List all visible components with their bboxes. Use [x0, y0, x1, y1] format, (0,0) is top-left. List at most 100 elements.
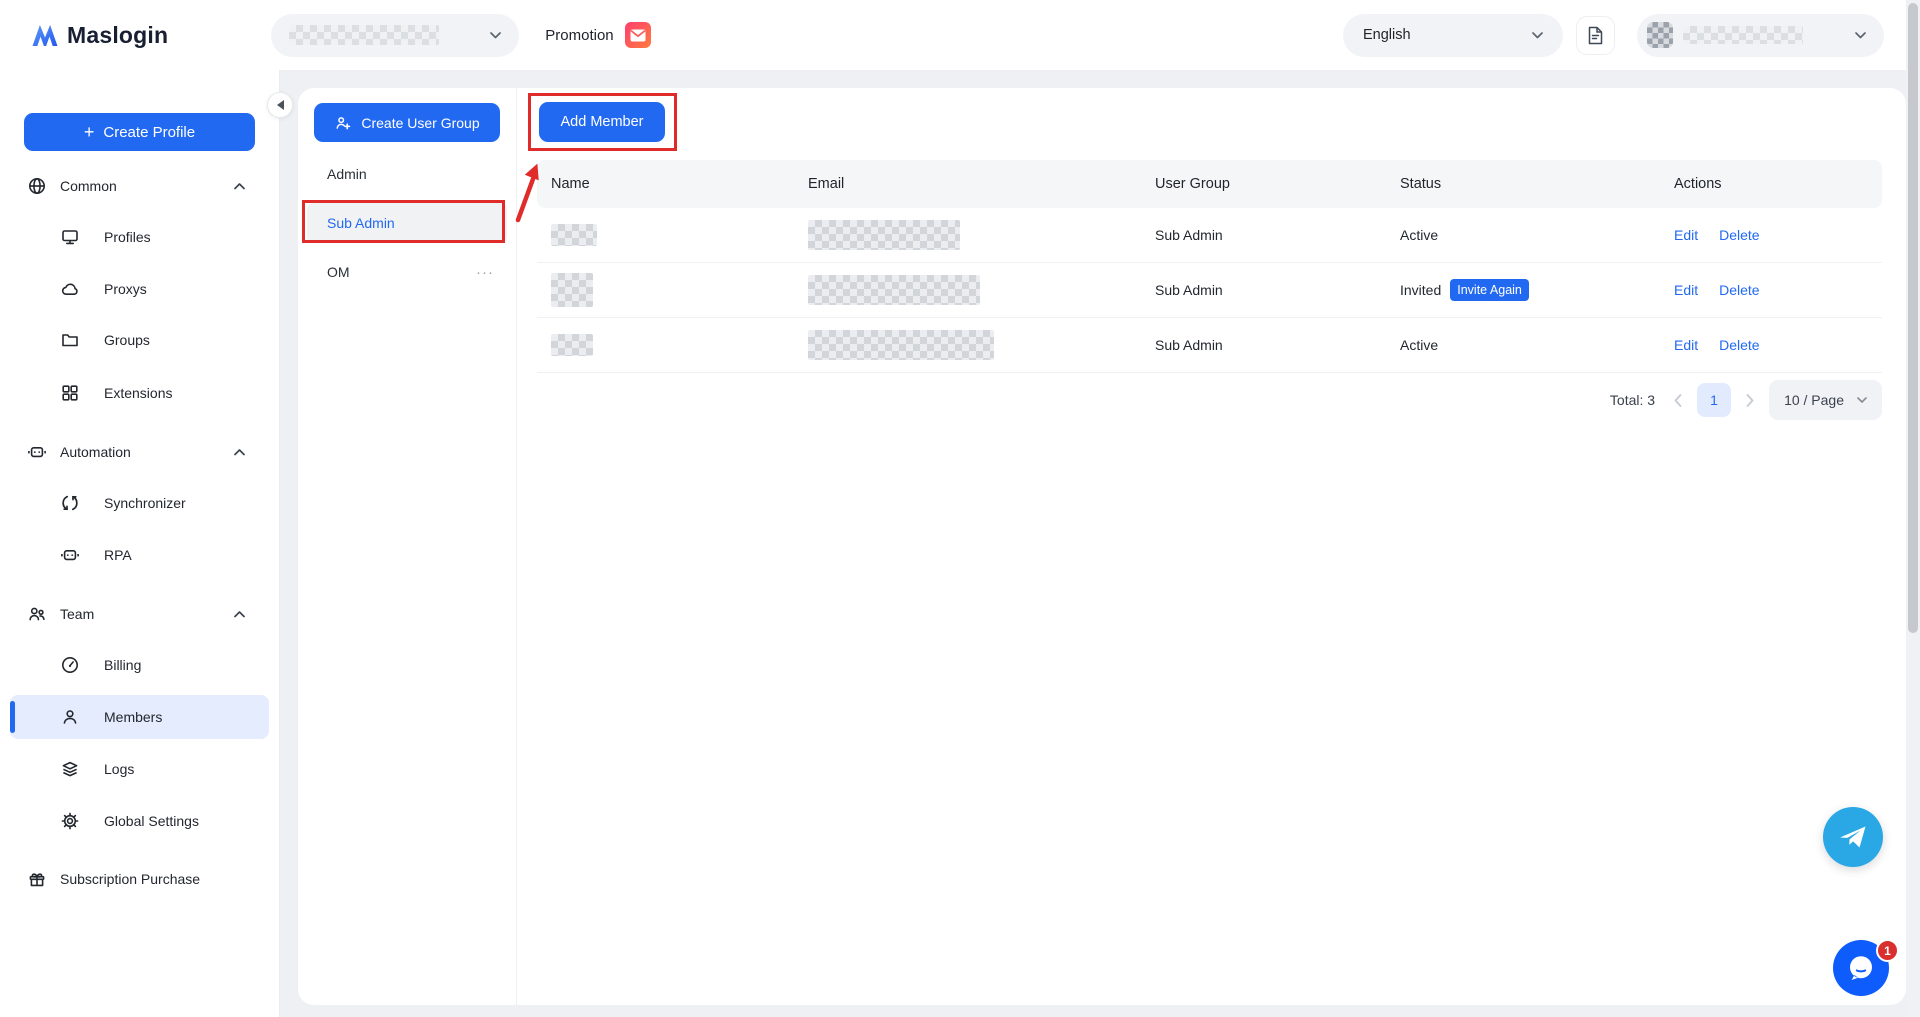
edit-link[interactable]: Edit	[1674, 227, 1698, 243]
telegram-button[interactable]	[1823, 807, 1883, 867]
create-profile-button[interactable]: + Create Profile	[24, 113, 255, 151]
plus-icon: +	[84, 123, 95, 141]
promotion-mail-icon	[625, 22, 651, 48]
pagination: Total: 3 1 10 / Page	[1610, 380, 1882, 420]
edit-link[interactable]: Edit	[1674, 282, 1698, 298]
sidebar-item-billing[interactable]: Billing	[10, 643, 269, 687]
maslogin-logo-icon	[30, 22, 60, 48]
sidebar-item-members[interactable]: Members	[10, 695, 269, 739]
robot-icon	[60, 545, 80, 565]
more-options-icon[interactable]: ···	[476, 264, 494, 281]
prev-page-button[interactable]	[1674, 394, 1682, 407]
create-profile-label: Create Profile	[103, 124, 195, 141]
user-group-value: Sub Admin	[1155, 227, 1400, 243]
blurred-name	[551, 224, 597, 246]
user-group-value: Sub Admin	[1155, 282, 1400, 298]
content-card: Create User Group Admin Sub Admin OM ···…	[298, 88, 1906, 1005]
notification-badge: 1	[1876, 939, 1899, 962]
sync-icon	[60, 493, 80, 513]
blurred-email	[808, 220, 960, 250]
chat-bubble-icon	[1846, 953, 1876, 983]
gauge-icon	[60, 655, 80, 675]
delete-link[interactable]: Delete	[1719, 337, 1759, 353]
promotion-label: Promotion	[545, 27, 613, 44]
sidebar-item-extensions[interactable]: Extensions	[10, 371, 269, 415]
delete-link[interactable]: Delete	[1719, 227, 1759, 243]
group-item-om[interactable]: OM ···	[307, 252, 507, 292]
scrollbar-thumb[interactable]	[1908, 3, 1918, 633]
sidebar-section-automation[interactable]: Automation	[10, 430, 269, 474]
triangle-left-icon	[277, 100, 284, 110]
blurred-name	[551, 334, 593, 356]
blurred-email	[808, 330, 994, 360]
chevron-down-icon	[1855, 32, 1866, 39]
top-header: Maslogin Promotion English	[0, 0, 1920, 70]
create-user-group-button[interactable]: Create User Group	[314, 103, 500, 142]
blurred-email	[808, 275, 980, 305]
folder-icon	[60, 330, 80, 350]
sidebar-item-rpa[interactable]: RPA	[10, 533, 269, 577]
sidebar-collapse-button[interactable]	[267, 92, 293, 118]
promotion[interactable]: Promotion	[545, 22, 650, 48]
grid-icon	[60, 383, 80, 403]
sidebar-item-profiles[interactable]: Profiles	[10, 215, 269, 259]
user-group-list: Admin Sub Admin OM ···	[298, 154, 516, 292]
cloud-icon	[60, 279, 80, 299]
page-size-label: 10 / Page	[1784, 392, 1844, 408]
members-content: Add Member Name Email User Group Status …	[517, 88, 1906, 1005]
add-member-button[interactable]: Add Member	[539, 102, 665, 142]
brand-logo: Maslogin	[30, 22, 168, 49]
status-value: Active	[1400, 337, 1674, 353]
add-member-label: Add Member	[560, 114, 643, 130]
robot-icon	[27, 442, 47, 462]
page-size-dropdown[interactable]: 10 / Page	[1769, 380, 1882, 420]
col-actions: Actions	[1674, 176, 1882, 192]
gear-icon	[60, 811, 80, 831]
invite-again-button[interactable]: Invite Again	[1450, 279, 1529, 301]
user-group-panel: Create User Group Admin Sub Admin OM ···	[298, 88, 517, 1005]
delete-link[interactable]: Delete	[1719, 282, 1759, 298]
sidebar-item-logs[interactable]: Logs	[10, 747, 269, 791]
brand-name: Maslogin	[67, 22, 168, 49]
sidebar-item-subscription-purchase[interactable]: Subscription Purchase	[10, 857, 269, 901]
chevron-down-icon	[490, 32, 501, 39]
layers-icon	[60, 759, 80, 779]
globe-icon	[27, 176, 47, 196]
table-row: Sub Admin Active Edit Delete	[537, 208, 1882, 263]
sidebar-section-common[interactable]: Common	[10, 164, 269, 208]
account-dropdown[interactable]	[1637, 14, 1884, 57]
chevron-up-icon	[234, 183, 245, 190]
sidebar-nav: Common Profiles Proxys Groups Extensi	[0, 151, 279, 901]
create-user-group-label: Create User Group	[361, 115, 479, 131]
pagination-total: Total: 3	[1610, 392, 1655, 408]
col-name: Name	[551, 176, 808, 192]
sidebar-item-global-settings[interactable]: Global Settings	[10, 799, 269, 843]
blurred-name	[551, 273, 593, 307]
group-item-sub-admin[interactable]: Sub Admin	[307, 203, 507, 243]
document-icon	[1587, 26, 1604, 45]
users-icon	[27, 604, 47, 624]
col-email: Email	[808, 176, 1155, 192]
edit-link[interactable]: Edit	[1674, 337, 1698, 353]
sidebar-section-team[interactable]: Team	[10, 592, 269, 636]
next-page-button[interactable]	[1746, 394, 1754, 407]
status-value: Invited	[1400, 282, 1441, 298]
blurred-workspace-name	[289, 25, 439, 45]
sidebar-item-synchronizer[interactable]: Synchronizer	[10, 481, 269, 525]
table-header: Name Email User Group Status Actions	[537, 160, 1882, 208]
language-dropdown[interactable]: English	[1343, 14, 1563, 57]
table-row: Sub Admin Active Edit Delete	[537, 318, 1882, 373]
telegram-plane-icon	[1838, 824, 1868, 850]
docs-button[interactable]	[1576, 16, 1615, 55]
scrollbar[interactable]	[1906, 0, 1920, 1017]
user-group-value: Sub Admin	[1155, 337, 1400, 353]
group-item-admin[interactable]: Admin	[307, 154, 507, 194]
language-label: English	[1363, 27, 1411, 43]
page-number-1[interactable]: 1	[1697, 383, 1731, 417]
workspace-dropdown[interactable]	[271, 14, 519, 57]
blurred-avatar	[1647, 22, 1673, 48]
sidebar-item-proxys[interactable]: Proxys	[10, 267, 269, 311]
sidebar-item-groups[interactable]: Groups	[10, 318, 269, 362]
chevron-up-icon	[234, 449, 245, 456]
blurred-account-name	[1683, 26, 1803, 44]
